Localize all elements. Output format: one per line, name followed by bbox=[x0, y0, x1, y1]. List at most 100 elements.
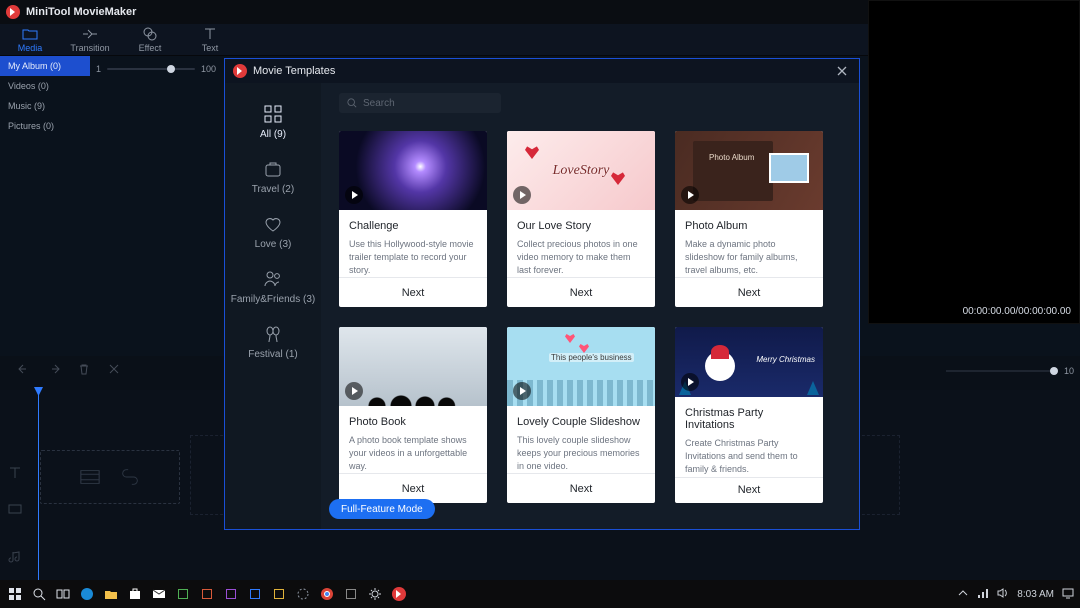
template-thumb: This people's business bbox=[507, 327, 655, 406]
slider-track[interactable] bbox=[107, 68, 195, 70]
category-festival[interactable]: Festival (1) bbox=[248, 323, 297, 360]
template-next-button[interactable]: Next bbox=[675, 277, 823, 307]
toolbar-media[interactable]: Media bbox=[0, 24, 60, 55]
filmstrip-icon bbox=[79, 466, 101, 488]
template-next-button[interactable]: Next bbox=[507, 277, 655, 307]
taskbar-app-explorer[interactable] bbox=[102, 585, 120, 603]
template-title: Challenge bbox=[349, 220, 477, 232]
template-title: Lovely Couple Slideshow bbox=[517, 416, 645, 428]
text-icon bbox=[203, 27, 217, 41]
slider-min-label: 1 bbox=[96, 64, 101, 74]
search-icon bbox=[347, 98, 357, 108]
template-title: Photo Book bbox=[349, 416, 477, 428]
template-card-lovely-couple[interactable]: This people's business Lovely Couple Sli… bbox=[507, 327, 655, 503]
undo-button[interactable] bbox=[18, 362, 30, 380]
timeline-zoom-knob[interactable] bbox=[1050, 367, 1058, 375]
tray-volume-icon[interactable] bbox=[997, 587, 1009, 602]
taskbar-app-generic-2[interactable] bbox=[198, 585, 216, 603]
modal-header: Movie Templates bbox=[225, 59, 859, 83]
tray-network-icon[interactable] bbox=[977, 587, 989, 602]
start-button[interactable] bbox=[6, 585, 24, 603]
modal-close-button[interactable] bbox=[833, 62, 851, 80]
sidebar-item-myalbum[interactable]: My Album (0) bbox=[0, 56, 90, 76]
taskbar-search-icon[interactable] bbox=[30, 585, 48, 603]
template-card-photo-book[interactable]: Photo Book A photo book template shows y… bbox=[339, 327, 487, 503]
timeline-zoom-slider[interactable] bbox=[946, 370, 1056, 372]
category-love[interactable]: Love (3) bbox=[255, 213, 292, 250]
category-travel[interactable]: Travel (2) bbox=[252, 158, 294, 195]
taskbar-app-mail[interactable] bbox=[150, 585, 168, 603]
sidebar-item-pictures[interactable]: Pictures (0) bbox=[0, 116, 90, 136]
template-card-xmas[interactable]: Merry Christmas Christmas Party Invitati… bbox=[675, 327, 823, 503]
toolbar-effect[interactable]: Effect bbox=[120, 24, 180, 55]
template-card-our-love-story[interactable]: LoveStory Our Love Story Collect preciou… bbox=[507, 131, 655, 307]
timeline-zoom-value: 10 bbox=[1064, 366, 1074, 376]
template-title: Our Love Story bbox=[517, 220, 645, 232]
slider-max-label: 100 bbox=[201, 64, 216, 74]
taskbar-app-minitool[interactable] bbox=[390, 585, 408, 603]
template-category-nav: All (9) Travel (2) Love (3) Family&Frien… bbox=[225, 83, 321, 529]
video-track-dropzone[interactable] bbox=[40, 450, 180, 504]
redo-button[interactable] bbox=[48, 362, 60, 380]
template-search-input[interactable]: Search bbox=[339, 93, 501, 113]
category-family-label: Family&Friends (3) bbox=[231, 294, 315, 305]
taskbar-app-generic-4[interactable] bbox=[246, 585, 264, 603]
category-festival-label: Festival (1) bbox=[248, 349, 297, 360]
taskbar-app-settings[interactable] bbox=[366, 585, 384, 603]
template-next-button[interactable]: Next bbox=[675, 477, 823, 504]
play-icon[interactable] bbox=[681, 373, 699, 391]
task-view-icon[interactable] bbox=[54, 585, 72, 603]
search-placeholder: Search bbox=[363, 98, 395, 109]
taskbar-app-chrome[interactable] bbox=[318, 585, 336, 603]
tray-chevron-up-icon[interactable] bbox=[957, 587, 969, 602]
play-icon[interactable] bbox=[513, 186, 531, 204]
template-thumb: Merry Christmas bbox=[675, 327, 823, 397]
thumb-text: Merry Christmas bbox=[756, 355, 815, 365]
toolbar-text[interactable]: Text bbox=[180, 24, 240, 55]
template-card-challenge[interactable]: Challenge Use this Hollywood-style movie… bbox=[339, 131, 487, 307]
split-button[interactable] bbox=[108, 362, 120, 380]
toolbar-media-label: Media bbox=[18, 43, 43, 53]
category-all[interactable]: All (9) bbox=[260, 103, 286, 140]
category-family[interactable]: Family&Friends (3) bbox=[231, 268, 315, 305]
taskbar-app-store[interactable] bbox=[126, 585, 144, 603]
template-thumb bbox=[339, 131, 487, 210]
play-icon[interactable] bbox=[345, 186, 363, 204]
tray-notifications-icon[interactable] bbox=[1062, 587, 1074, 602]
heart-icon bbox=[263, 213, 283, 235]
system-tray[interactable]: 8:03 AM bbox=[957, 587, 1074, 602]
taskbar-app-generic-1[interactable] bbox=[174, 585, 192, 603]
delete-button[interactable] bbox=[78, 362, 90, 380]
template-desc: This lovely couple slideshow keeps your … bbox=[517, 434, 645, 473]
toolbar-effect-label: Effect bbox=[139, 43, 162, 53]
sidebar-item-videos[interactable]: Videos (0) bbox=[0, 76, 90, 96]
template-next-button[interactable]: Next bbox=[507, 473, 655, 503]
timecode: 00:00:00.00/00:00:00.00 bbox=[963, 306, 1071, 317]
taskbar-app-generic-7[interactable] bbox=[342, 585, 360, 603]
taskbar-app-generic-3[interactable] bbox=[222, 585, 240, 603]
template-card-photo-album[interactable]: Photo Album Photo Album Make a dynamic p… bbox=[675, 131, 823, 307]
slider-knob[interactable] bbox=[167, 65, 175, 73]
tray-time[interactable]: 8:03 AM bbox=[1017, 589, 1054, 600]
thumbnail-size-slider[interactable]: 1 100 bbox=[96, 60, 216, 78]
template-desc: Collect precious photos in one video mem… bbox=[517, 238, 645, 277]
taskbar-app-edge[interactable] bbox=[78, 585, 96, 603]
thumb-text: Photo Album bbox=[709, 153, 754, 162]
template-main: Search Challenge Use this Hollywood-styl… bbox=[321, 83, 859, 529]
taskbar-app-generic-6[interactable] bbox=[294, 585, 312, 603]
toolbar-transition[interactable]: Transition bbox=[60, 24, 120, 55]
toolbar-text-label: Text bbox=[202, 43, 219, 53]
playhead[interactable] bbox=[38, 390, 39, 580]
play-icon[interactable] bbox=[681, 186, 699, 204]
link-icon bbox=[119, 466, 141, 488]
full-feature-mode-button[interactable]: Full-Feature Mode bbox=[329, 499, 435, 519]
taskbar-app-generic-5[interactable] bbox=[270, 585, 288, 603]
audio-track-icon bbox=[6, 544, 24, 570]
windows-taskbar: 8:03 AM bbox=[0, 580, 1080, 608]
template-thumb: LoveStory bbox=[507, 131, 655, 210]
balloons-icon bbox=[263, 323, 283, 345]
sidebar-item-music[interactable]: Music (9) bbox=[0, 96, 90, 116]
template-next-button[interactable]: Next bbox=[339, 277, 487, 307]
suitcase-icon bbox=[263, 158, 283, 180]
category-love-label: Love (3) bbox=[255, 239, 292, 250]
